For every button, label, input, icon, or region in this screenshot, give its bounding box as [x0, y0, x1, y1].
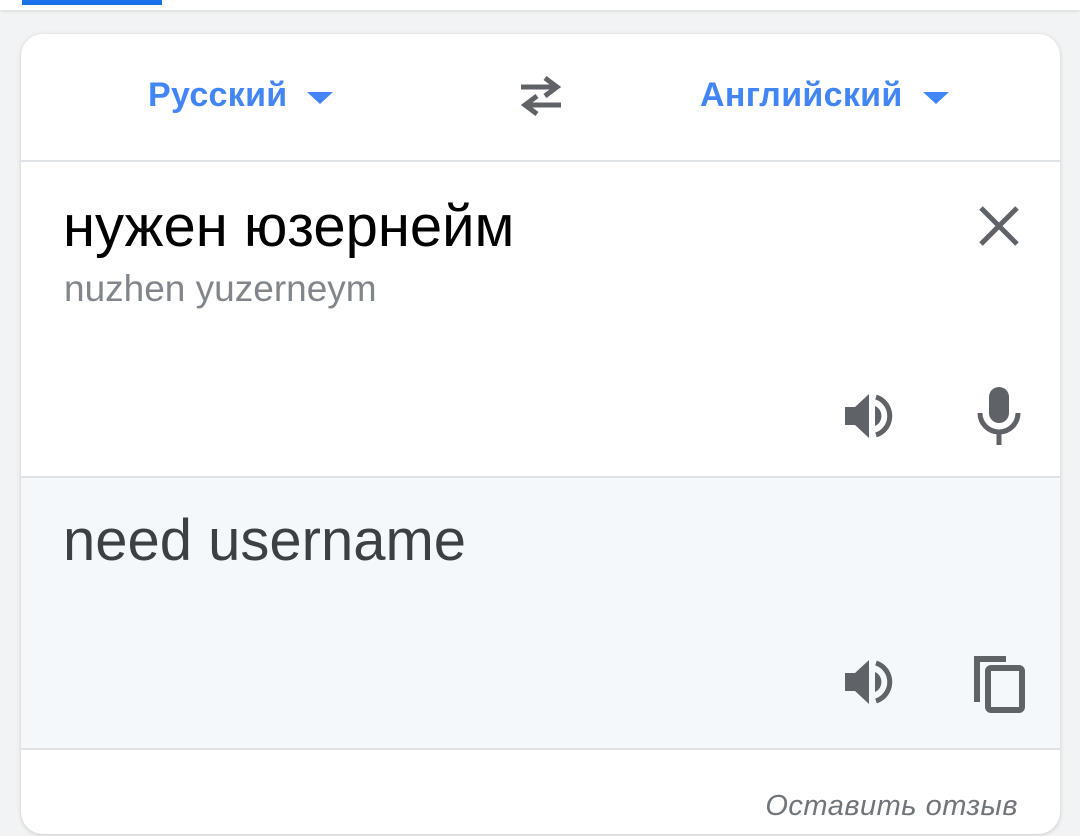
- target-language-selector[interactable]: Английский: [700, 76, 949, 115]
- active-tab-indicator: [22, 0, 162, 5]
- translation-text: need username: [63, 508, 467, 573]
- translate-card: Русский Английский нужен юзернейм nuzhen…: [21, 34, 1060, 834]
- send-feedback-link[interactable]: Оставить отзыв: [765, 790, 1018, 823]
- top-tab-strip: [0, 0, 1080, 10]
- source-language-selector[interactable]: Русский: [148, 76, 334, 115]
- swap-arrows-icon: [520, 76, 562, 116]
- chevron-down-icon: [307, 91, 334, 104]
- clear-input-button[interactable]: [971, 198, 1027, 254]
- voice-input-button[interactable]: [969, 382, 1029, 450]
- microphone-icon: [977, 387, 1021, 445]
- speaker-icon: [845, 660, 893, 704]
- listen-translation-button[interactable]: [839, 654, 903, 710]
- language-bar: Русский Английский: [21, 34, 1060, 162]
- card-footer: Оставить отзыв: [21, 750, 1060, 834]
- source-text[interactable]: нужен юзернейм: [63, 192, 514, 262]
- listen-source-button[interactable]: [839, 388, 903, 444]
- chevron-down-icon: [922, 91, 949, 104]
- source-input-panel[interactable]: нужен юзернейм nuzhen yuzerneym: [21, 162, 1060, 478]
- copy-icon: [974, 656, 1025, 713]
- source-language-label: Русский: [148, 76, 288, 114]
- speaker-icon: [845, 394, 893, 438]
- transliteration-text: nuzhen yuzerneym: [64, 268, 377, 309]
- translation-result-panel: need username: [21, 478, 1060, 750]
- target-language-label: Английский: [700, 76, 903, 114]
- swap-languages-button[interactable]: [511, 74, 571, 118]
- copy-translation-button[interactable]: [966, 648, 1030, 718]
- close-icon: [979, 206, 1019, 246]
